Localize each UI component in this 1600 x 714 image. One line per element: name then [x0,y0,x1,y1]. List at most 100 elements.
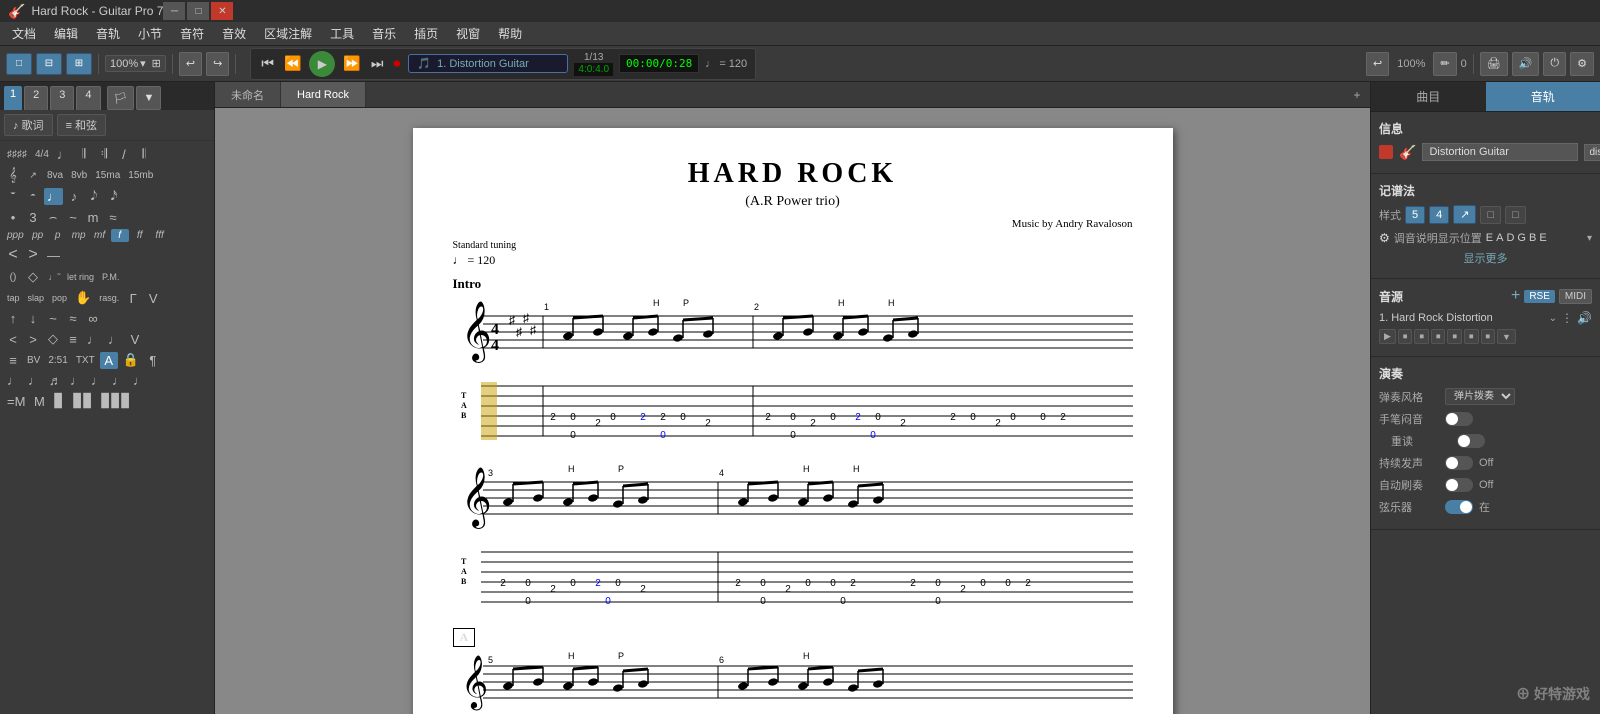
settings-button[interactable]: ⚙ [1570,52,1594,76]
menu-annotation[interactable]: 区域注解 [256,23,320,44]
track-color-box[interactable] [1379,145,1393,159]
tie-btn[interactable]: ⌢ [44,208,62,226]
tap-btn[interactable]: tap [4,292,23,304]
clef-btn[interactable]: 𝄞 [4,166,22,184]
lyrics-button[interactable]: ♪ 歌词 [4,114,53,136]
angle-left-btn[interactable]: < [4,331,22,348]
note3-btn[interactable]: ♩ [105,331,124,348]
track-tab-3[interactable]: 3 [50,86,74,110]
autobrush-toggle[interactable] [1445,478,1473,492]
tab-track[interactable]: 音轨 [1486,82,1600,111]
minimize-button[interactable]: ─ [163,2,185,20]
track-name-input[interactable] [1422,143,1578,161]
palm-mute-btn[interactable]: P.M. [99,271,122,283]
crescendo-btn[interactable]: < [4,245,22,265]
add-sound-button[interactable]: + [1511,287,1520,305]
note5-btn[interactable]: ♩ [25,372,44,389]
print-button[interactable]: 🖨 [1480,52,1508,76]
eighth-btn[interactable]: ♪ [65,188,83,205]
maximize-button[interactable]: □ [187,2,209,20]
unnamed-tab[interactable]: 未命名 [215,82,281,107]
thirtysecond-btn[interactable]: 𝅘𝅥𝅯 [105,187,123,205]
sound-ctrl-down[interactable]: ▼ [1497,329,1516,344]
pilcrow-btn[interactable]: ¶ [144,352,162,369]
transport-rewind[interactable]: ⏪ [282,55,303,72]
view-btn-2[interactable]: ⊟ [36,53,62,75]
v-btn[interactable]: V [126,331,144,348]
transport-play[interactable]: ▶ [309,51,335,77]
acciaccatura-btn[interactable]: ♩̃ [44,271,62,283]
note2-btn[interactable]: ♩ [84,331,103,348]
sound-ctrl-1[interactable]: ⏹ [1398,329,1413,344]
ottava-up-btn[interactable]: ↗ [24,169,42,182]
time-btn[interactable]: 2:51 [45,354,70,367]
edit-pencil-button[interactable]: ✏ [1433,52,1456,76]
menu-music[interactable]: 音乐 [364,23,404,44]
sound-ctrl-5[interactable]: ⏹ [1464,329,1479,344]
pp-btn[interactable]: pp [29,229,47,242]
ghost-note-btn[interactable]: ◇ [24,268,42,286]
menu-edit[interactable]: 编辑 [46,23,86,44]
barline-btn[interactable]: 𝄂 [75,145,93,163]
slur-btn[interactable]: ~ [64,209,82,226]
decrescendo-btn[interactable]: > [24,245,42,265]
notes-group-btn[interactable]: ♬ [46,372,65,389]
final-barline-btn[interactable]: 𝄃 [135,145,153,163]
sound-menu-icon[interactable]: ⋮ [1561,311,1573,325]
trill-btn[interactable]: ≈ [104,209,122,226]
diamond-btn[interactable]: ◇ [44,330,62,348]
notation-style-sq2-btn[interactable]: □ [1505,206,1526,224]
f-btn[interactable]: f [111,229,129,242]
8va-btn[interactable]: 8va [44,169,66,182]
sound-ctrl-3[interactable]: ⏹ [1431,329,1446,344]
half-rest-btn[interactable]: 𝄼 [24,187,42,205]
note-btn[interactable]: ♩ [54,146,73,163]
bar1-btn[interactable]: ▊ [50,392,68,410]
undo-btn-right[interactable]: ↩ [1366,52,1389,76]
score-area[interactable]: HARD ROCK (A.R Power trio) Music by Andr… [215,108,1370,714]
angle-right-btn[interactable]: > [24,331,42,348]
close-button[interactable]: ✕ [211,2,233,20]
notation-style-slash-btn[interactable]: ↗ [1453,205,1476,224]
menu-file[interactable]: 文档 [4,23,44,44]
harmonic-btn[interactable]: () [4,271,22,284]
notation-style-5-btn[interactable]: 5 [1405,206,1425,224]
8vb-btn[interactable]: 8vb [68,169,90,182]
vibrato-btn[interactable]: ~ [44,310,62,327]
track-tab-1[interactable]: 1 [4,86,22,110]
fingering-toggle[interactable] [1445,412,1473,426]
sound-ctrl-4[interactable]: ⏹ [1447,329,1462,344]
rasg-btn[interactable]: rasg. [96,292,122,304]
chord4-btn[interactable]: ♩ [130,372,149,389]
whammy-btn[interactable]: ≈ [64,310,82,327]
sound-ctrl-play[interactable]: ▶ [1379,329,1396,344]
mordent-btn[interactable]: m [84,209,102,226]
track-flag-btn[interactable]: 🏳 [107,86,135,110]
strumming-select[interactable]: 弹片拨奏 [1445,388,1515,405]
menu-view[interactable]: 视窗 [448,23,488,44]
menu-track[interactable]: 音轨 [88,23,128,44]
volume-button[interactable]: ⏻ [1543,52,1566,76]
chord2-btn[interactable]: ♩ [88,372,107,389]
ppp-btn[interactable]: ppp [4,229,27,242]
tab-song[interactable]: 曲目 [1371,82,1486,111]
zoom-control[interactable]: 100% ▾ ⊞ [105,55,166,72]
whole-rest-btn[interactable]: 𝄻 [4,187,22,205]
line-btn[interactable]: — [44,247,63,264]
ff-btn[interactable]: ff [131,229,149,242]
tuning-gear-icon[interactable]: ⚙ [1379,231,1390,245]
m-btn[interactable]: M [30,393,48,410]
menu-help[interactable]: 帮助 [490,23,530,44]
slap-btn[interactable]: slap [25,292,48,304]
bar3-btn[interactable]: ▊▊▊ [98,392,134,410]
notation-style-sq1-btn[interactable]: □ [1480,206,1501,224]
sound-ctrl-2[interactable]: ⏹ [1414,329,1429,344]
bar2-btn[interactable]: ▊▊ [70,392,96,410]
track-down-btn[interactable]: ▼ [136,86,161,110]
lock-btn[interactable]: 🔒 [120,351,142,369]
rse-label[interactable]: RSE [1524,290,1555,303]
quarter-btn[interactable]: ♩ [44,188,63,205]
triplet-btn[interactable]: 3 [24,209,42,226]
transport-forward-end[interactable]: ⏭ [369,55,386,72]
menu-note[interactable]: 音符 [172,23,212,44]
